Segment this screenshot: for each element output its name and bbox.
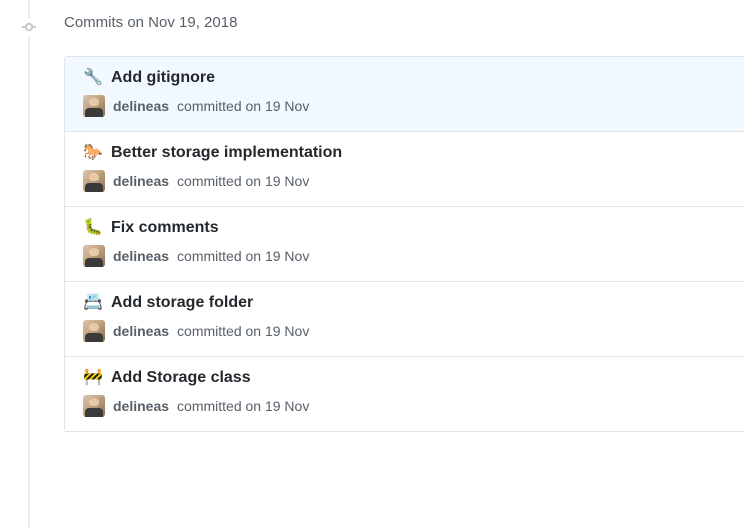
commit-meta-row: delineas committed on 19 Nov [83, 245, 728, 267]
avatar[interactable] [83, 170, 105, 192]
commit-title-link[interactable]: Better storage implementation [111, 144, 342, 162]
commits-date-header: Commits on Nov 19, 2018 [64, 14, 237, 31]
commit-meta-text: committed on 19 Nov [177, 98, 309, 114]
commit-author-link[interactable]: delineas [113, 173, 169, 189]
commit-meta-text: committed on 19 Nov [177, 248, 309, 264]
commit-item[interactable]: 🐛 Fix comments delineas committed on 19 Nov [65, 207, 744, 282]
commit-meta-row: delineas committed on 19 Nov [83, 320, 728, 342]
commit-author-link[interactable]: delineas [113, 323, 169, 339]
avatar[interactable] [83, 95, 105, 117]
commit-title-row: 📇 Add storage folder [83, 294, 728, 312]
commit-list: 🔧 Add gitignore delineas committed on 19 No… [64, 56, 744, 432]
commit-meta-row: delineas committed on 19 Nov [83, 170, 728, 192]
commit-item[interactable]: 🐎 Better storage implementation delineas co… [65, 132, 744, 207]
commit-title-link[interactable]: Add gitignore [111, 69, 215, 87]
commit-emoji-icon: 📇 [83, 295, 103, 311]
commit-title-row: 🐎 Better storage implementation [83, 144, 728, 162]
commit-title-link[interactable]: Add Storage class [111, 369, 251, 387]
avatar[interactable] [83, 395, 105, 417]
commit-author-link[interactable]: delineas [113, 248, 169, 264]
commit-title-link[interactable]: Fix comments [111, 219, 219, 237]
commit-emoji-icon: 🐛 [83, 220, 103, 236]
commit-meta-text: committed on 19 Nov [177, 173, 309, 189]
avatar[interactable] [83, 245, 105, 267]
commit-title-row: 🚧 Add Storage class [83, 369, 728, 387]
commit-title-link[interactable]: Add storage folder [111, 294, 253, 312]
commit-meta-row: delineas committed on 19 Nov [83, 395, 728, 417]
commit-item[interactable]: 📇 Add storage folder delineas committed on … [65, 282, 744, 357]
timeline-line [28, 0, 30, 528]
commit-meta-text: committed on 19 Nov [177, 323, 309, 339]
commit-author-link[interactable]: delineas [113, 398, 169, 414]
commit-meta-row: delineas committed on 19 Nov [83, 95, 728, 117]
commit-emoji-icon: 🔧 [83, 70, 103, 86]
commit-title-row: 🐛 Fix comments [83, 219, 728, 237]
commit-meta-text: committed on 19 Nov [177, 398, 309, 414]
commit-item[interactable]: 🚧 Add Storage class delineas committed on 1… [65, 357, 744, 432]
commit-emoji-icon: 🚧 [83, 370, 103, 386]
avatar[interactable] [83, 320, 105, 342]
commit-emoji-icon: 🐎 [83, 145, 103, 161]
commit-item[interactable]: 🔧 Add gitignore delineas committed on 19 No… [65, 57, 744, 132]
commit-node-icon [20, 18, 38, 36]
commit-title-row: 🔧 Add gitignore [83, 69, 728, 87]
commit-author-link[interactable]: delineas [113, 98, 169, 114]
